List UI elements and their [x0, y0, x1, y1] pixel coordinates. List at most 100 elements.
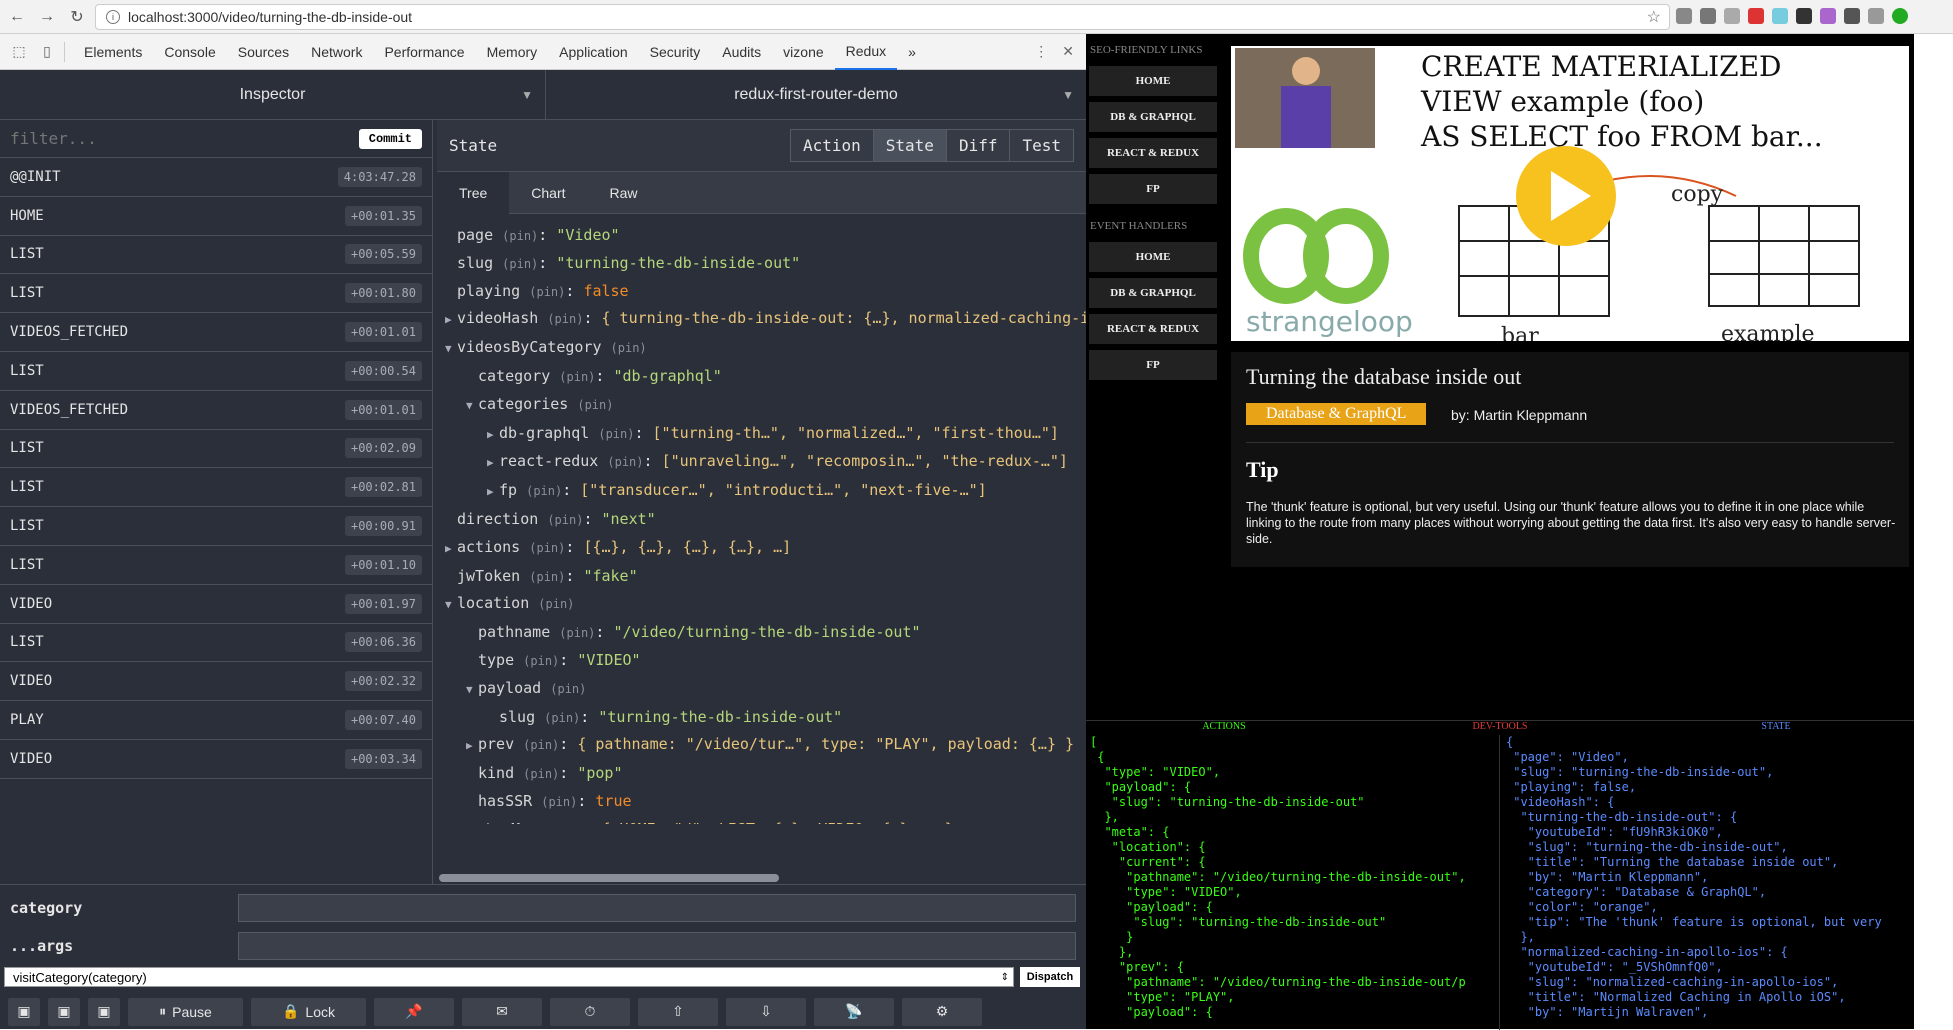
expanded-arrow-icon[interactable]: ▼ — [466, 677, 478, 704]
pin-link[interactable]: (pin) — [502, 229, 538, 243]
video-thumbnail[interactable]: CREATE MATERIALIZED VIEW example (foo) A… — [1231, 46, 1909, 341]
kebab-menu-icon[interactable]: ⋮ — [1034, 43, 1048, 60]
sidebar-link-react-redux[interactable]: REACT & REDUX — [1089, 314, 1217, 344]
pin-link[interactable]: (pin) — [529, 285, 565, 299]
tab-performance[interactable]: Performance — [373, 34, 475, 70]
tab-action[interactable]: Action — [790, 130, 873, 161]
monitor-selector[interactable]: Inspector ▼ — [0, 70, 545, 120]
message-icon[interactable]: ✉ — [462, 997, 542, 1026]
tree-node[interactable]: ▶ fp (pin): ["transducer…", "introducti…"… — [445, 477, 1078, 506]
sidebar-link-react-redux[interactable]: REACT & REDUX — [1089, 138, 1217, 168]
tab-test[interactable]: Test — [1009, 130, 1073, 161]
device-toolbar-icon[interactable]: ▯ — [38, 43, 56, 61]
tab-diff[interactable]: Diff — [945, 130, 1010, 161]
collapsed-arrow-icon[interactable]: ▶ — [466, 733, 478, 760]
pin-link[interactable]: (pin) — [523, 767, 559, 781]
tree-node[interactable]: ▶ actions (pin): [{…}, {…}, {…}, {…}, …] — [445, 534, 1078, 563]
tab-vizone[interactable]: vizone — [772, 34, 834, 70]
tree-node[interactable]: ▼ location (pin) — [445, 590, 1078, 619]
extension-icon[interactable] — [1868, 8, 1884, 24]
timer-icon[interactable]: ⏱ — [550, 997, 630, 1026]
collapsed-arrow-icon[interactable]: ▶ — [487, 479, 499, 506]
expanded-arrow-icon[interactable]: ▼ — [445, 336, 457, 363]
tree-node[interactable]: ▶ videoHash (pin): { turning-the-db-insid… — [445, 305, 1086, 334]
extension-icon[interactable] — [1748, 8, 1764, 24]
action-row[interactable]: VIDEO +00:03.34 — [0, 740, 432, 779]
pin-link[interactable]: (pin) — [529, 541, 565, 555]
action-creator-select[interactable]: visitCategory(category) ⇕ — [4, 967, 1014, 987]
action-row[interactable]: LIST +00:05.59 — [0, 236, 432, 275]
tab-raw[interactable]: Raw — [588, 172, 660, 214]
args-input[interactable] — [238, 932, 1076, 960]
action-row[interactable]: VIDEOS_FETCHED +00:01.01 — [0, 391, 432, 430]
filter-input[interactable] — [10, 129, 359, 148]
action-row[interactable]: @@INIT 4:03:47.28 — [0, 158, 432, 197]
action-row[interactable]: LIST +00:02.09 — [0, 430, 432, 469]
pin-link[interactable]: (pin) — [547, 513, 583, 527]
action-row[interactable]: VIDEOS_FETCHED +00:01.01 — [0, 313, 432, 352]
pause-button[interactable]: ⏸ Pause — [128, 997, 243, 1026]
pin-link[interactable]: (pin) — [559, 626, 595, 640]
instance-selector[interactable]: redux-first-router-demo ▼ — [545, 70, 1086, 120]
tab-memory[interactable]: Memory — [476, 34, 549, 70]
collapsed-arrow-icon[interactable]: ▶ — [445, 307, 457, 334]
pin-link[interactable]: (pin) — [547, 823, 583, 824]
extension-icon[interactable] — [1700, 8, 1716, 24]
collapsed-arrow-icon[interactable]: ▶ — [445, 818, 457, 825]
pin-link[interactable]: (pin) — [523, 738, 559, 752]
pin-link[interactable]: (pin) — [559, 370, 595, 384]
sidebar-link-fp[interactable]: FP — [1089, 350, 1217, 380]
pin-link[interactable]: (pin) — [577, 398, 613, 412]
address-bar[interactable]: i localhost:3000/video/turning-the-db-in… — [95, 4, 1670, 30]
action-row[interactable]: LIST +00:01.80 — [0, 274, 432, 314]
pin-link[interactable]: (pin) — [598, 427, 634, 441]
pin-link[interactable]: (pin) — [502, 257, 538, 271]
tab-audits[interactable]: Audits — [711, 34, 772, 70]
collapsed-arrow-icon[interactable]: ▶ — [487, 422, 499, 449]
pin-link[interactable]: (pin) — [523, 654, 559, 668]
extension-icon[interactable] — [1772, 8, 1788, 24]
pin-link[interactable]: (pin) — [607, 455, 643, 469]
window-icon[interactable]: ▣ — [8, 997, 40, 1026]
pin-link[interactable]: (pin) — [544, 711, 580, 725]
action-row[interactable]: VIDEO +00:02.32 — [0, 662, 432, 702]
tab-state[interactable]: State — [872, 130, 946, 161]
category-badge[interactable]: Database & GraphQL — [1246, 403, 1427, 425]
lock-button[interactable]: 🔒 Lock — [251, 997, 366, 1026]
back-icon[interactable]: ← — [4, 4, 30, 30]
pin-link[interactable]: (pin) — [611, 341, 647, 355]
collapsed-arrow-icon[interactable]: ▶ — [487, 450, 499, 477]
action-row[interactable]: LIST +00:01.10 — [0, 546, 432, 585]
tab-network[interactable]: Network — [300, 34, 373, 70]
tree-node[interactable]: ▼ payload (pin) — [445, 675, 1078, 704]
horizontal-scrollbar[interactable] — [439, 874, 779, 882]
tree-node[interactable]: ▶ db-graphql (pin): ["turning-th…", "norm… — [445, 420, 1078, 449]
sidebar-link-home[interactable]: HOME — [1089, 242, 1217, 272]
action-row[interactable]: LIST +00:00.54 — [0, 352, 432, 391]
popup-icon[interactable]: ▣ — [48, 997, 80, 1026]
tab-console[interactable]: Console — [153, 34, 226, 70]
forward-icon[interactable]: → — [34, 4, 60, 30]
action-row[interactable]: LIST +00:02.81 — [0, 468, 432, 508]
tab-security[interactable]: Security — [639, 34, 712, 70]
pin-link[interactable]: (pin) — [547, 312, 583, 326]
pin-icon[interactable]: 📌 — [374, 997, 454, 1026]
category-input[interactable] — [238, 894, 1076, 922]
pin-link[interactable]: (pin) — [529, 570, 565, 584]
action-row[interactable]: VIDEO +00:01.97 — [0, 585, 432, 624]
tab-application[interactable]: Application — [548, 34, 639, 70]
download-icon[interactable]: ⇩ — [726, 997, 806, 1026]
tree-node[interactable]: ▶routesMap (pin): { HOME: "/", LIST: {…}… — [445, 816, 1078, 824]
extension-icon[interactable] — [1892, 8, 1908, 24]
extension-icon[interactable] — [1844, 8, 1860, 24]
bookmark-star-icon[interactable]: ☆ — [1647, 7, 1661, 27]
sidebar-link-db-graphql[interactable]: DB & GRAPHQL — [1089, 278, 1217, 308]
pin-link[interactable]: (pin) — [541, 795, 577, 809]
settings-gear-icon[interactable]: ⚙ — [902, 997, 982, 1026]
info-icon[interactable]: i — [106, 10, 120, 24]
tab-tree[interactable]: Tree — [437, 171, 510, 214]
collapsed-arrow-icon[interactable]: ▶ — [445, 536, 457, 563]
inspect-element-icon[interactable]: ⬚ — [10, 43, 28, 61]
expanded-arrow-icon[interactable]: ▼ — [445, 592, 457, 619]
tree-node[interactable]: ▶ prev (pin): { pathname: "/video/tur…", … — [445, 731, 1078, 760]
